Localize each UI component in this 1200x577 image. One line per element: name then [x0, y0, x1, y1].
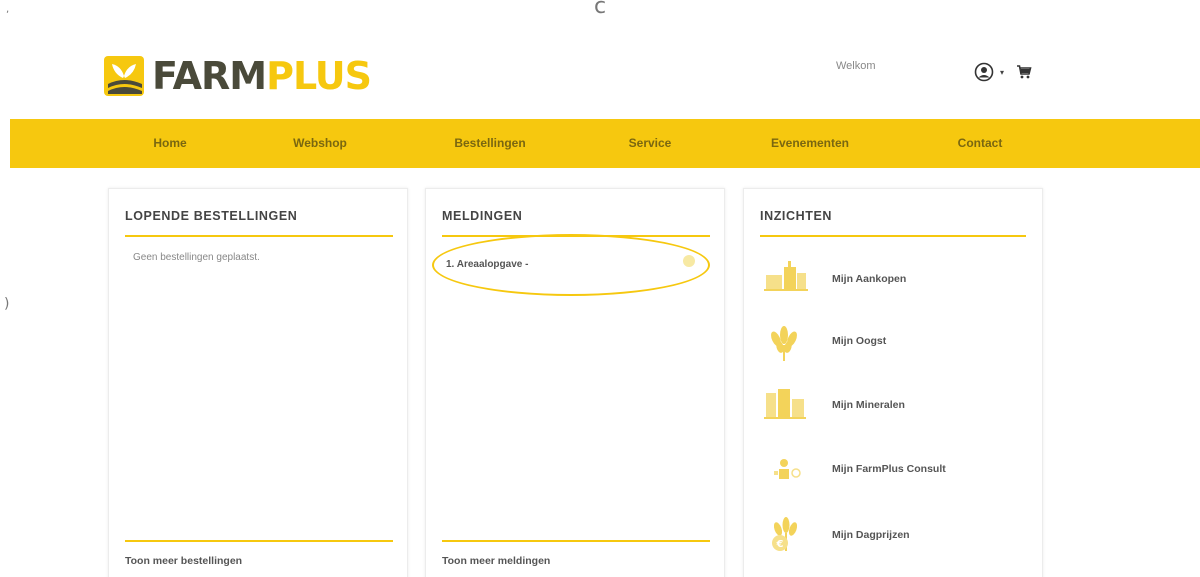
purchases-icon — [764, 261, 808, 291]
insight-item-aankopen[interactable]: Mijn Aankopen — [760, 257, 906, 301]
scan-artifact: ) — [4, 296, 10, 312]
user-account-icon[interactable] — [974, 62, 994, 82]
nav-item-service[interactable]: Service — [610, 119, 690, 168]
orders-panel: LOPENDE BESTELLINGEN Geen bestellingen g… — [108, 188, 408, 577]
consult-icon — [774, 459, 801, 479]
insight-label-consult: Mijn FarmPlus Consult — [832, 463, 946, 475]
logo-text-farm: FARM — [152, 54, 267, 98]
scan-artifact: , — [6, 4, 10, 15]
cart-icon[interactable] — [1016, 65, 1032, 79]
insights-panel-title: INZICHTEN — [760, 209, 833, 223]
wheat-icon — [771, 326, 797, 361]
main-navigation: Home Webshop Bestellingen Service Evenem… — [10, 119, 1200, 168]
insight-label-oogst: Mijn Oogst — [832, 335, 887, 347]
svg-text:€: € — [776, 539, 784, 550]
nav-item-contact[interactable]: Contact — [940, 119, 1020, 168]
insights-panel: INZICHTEN Mijn Aankopen Mijn Oogst Mijn … — [743, 188, 1043, 577]
insight-label-dagprijzen: Mijn Dagprijzen — [832, 529, 910, 541]
chevron-down-icon[interactable]: ▾ — [1000, 68, 1004, 77]
notification-item[interactable]: 1. Areaalopgave - — [446, 259, 528, 270]
insight-label-aankopen: Mijn Aankopen — [832, 273, 907, 285]
orders-empty-text: Geen bestellingen geplaatst. — [133, 252, 260, 263]
logo-text-plus: PLUS — [266, 54, 372, 98]
divider — [442, 540, 710, 542]
notifications-panel-title: MELDINGEN — [442, 209, 523, 223]
welcome-text: Welkom — [836, 60, 876, 72]
insight-item-consult[interactable]: Mijn FarmPlus Consult — [760, 447, 946, 491]
divider — [760, 235, 1026, 237]
wheat-coin-icon: € — [772, 517, 798, 551]
silo-icon — [764, 389, 806, 419]
notification-status-dot — [683, 255, 695, 267]
insight-item-dagprijzen[interactable]: € Mijn Dagprijzen — [760, 513, 910, 557]
show-more-orders-link[interactable]: Toon meer bestellingen — [125, 555, 242, 567]
nav-item-bestellingen[interactable]: Bestellingen — [435, 119, 545, 168]
scan-artifact: c — [594, 0, 607, 19]
divider — [125, 235, 393, 237]
farmplus-logo[interactable]: FARMPLUS — [102, 52, 372, 100]
insight-item-oogst[interactable]: Mijn Oogst — [760, 319, 886, 363]
insight-item-mineralen[interactable]: Mijn Mineralen — [760, 383, 905, 427]
notifications-panel: MELDINGEN 1. Areaalopgave - Toon meer me… — [425, 188, 725, 577]
show-more-notifications-link[interactable]: Toon meer meldingen — [442, 555, 550, 567]
user-area: ▾ — [974, 62, 1032, 82]
orders-panel-title: LOPENDE BESTELLINGEN — [125, 209, 298, 223]
logo-wordmark: FARMPLUS — [152, 54, 372, 98]
nav-item-home[interactable]: Home — [130, 119, 210, 168]
insight-label-mineralen: Mijn Mineralen — [832, 399, 905, 411]
nav-item-webshop[interactable]: Webshop — [275, 119, 365, 168]
divider — [125, 540, 393, 542]
logo-field-icon — [104, 56, 144, 96]
nav-item-evenementen[interactable]: Evenementen — [755, 119, 865, 168]
